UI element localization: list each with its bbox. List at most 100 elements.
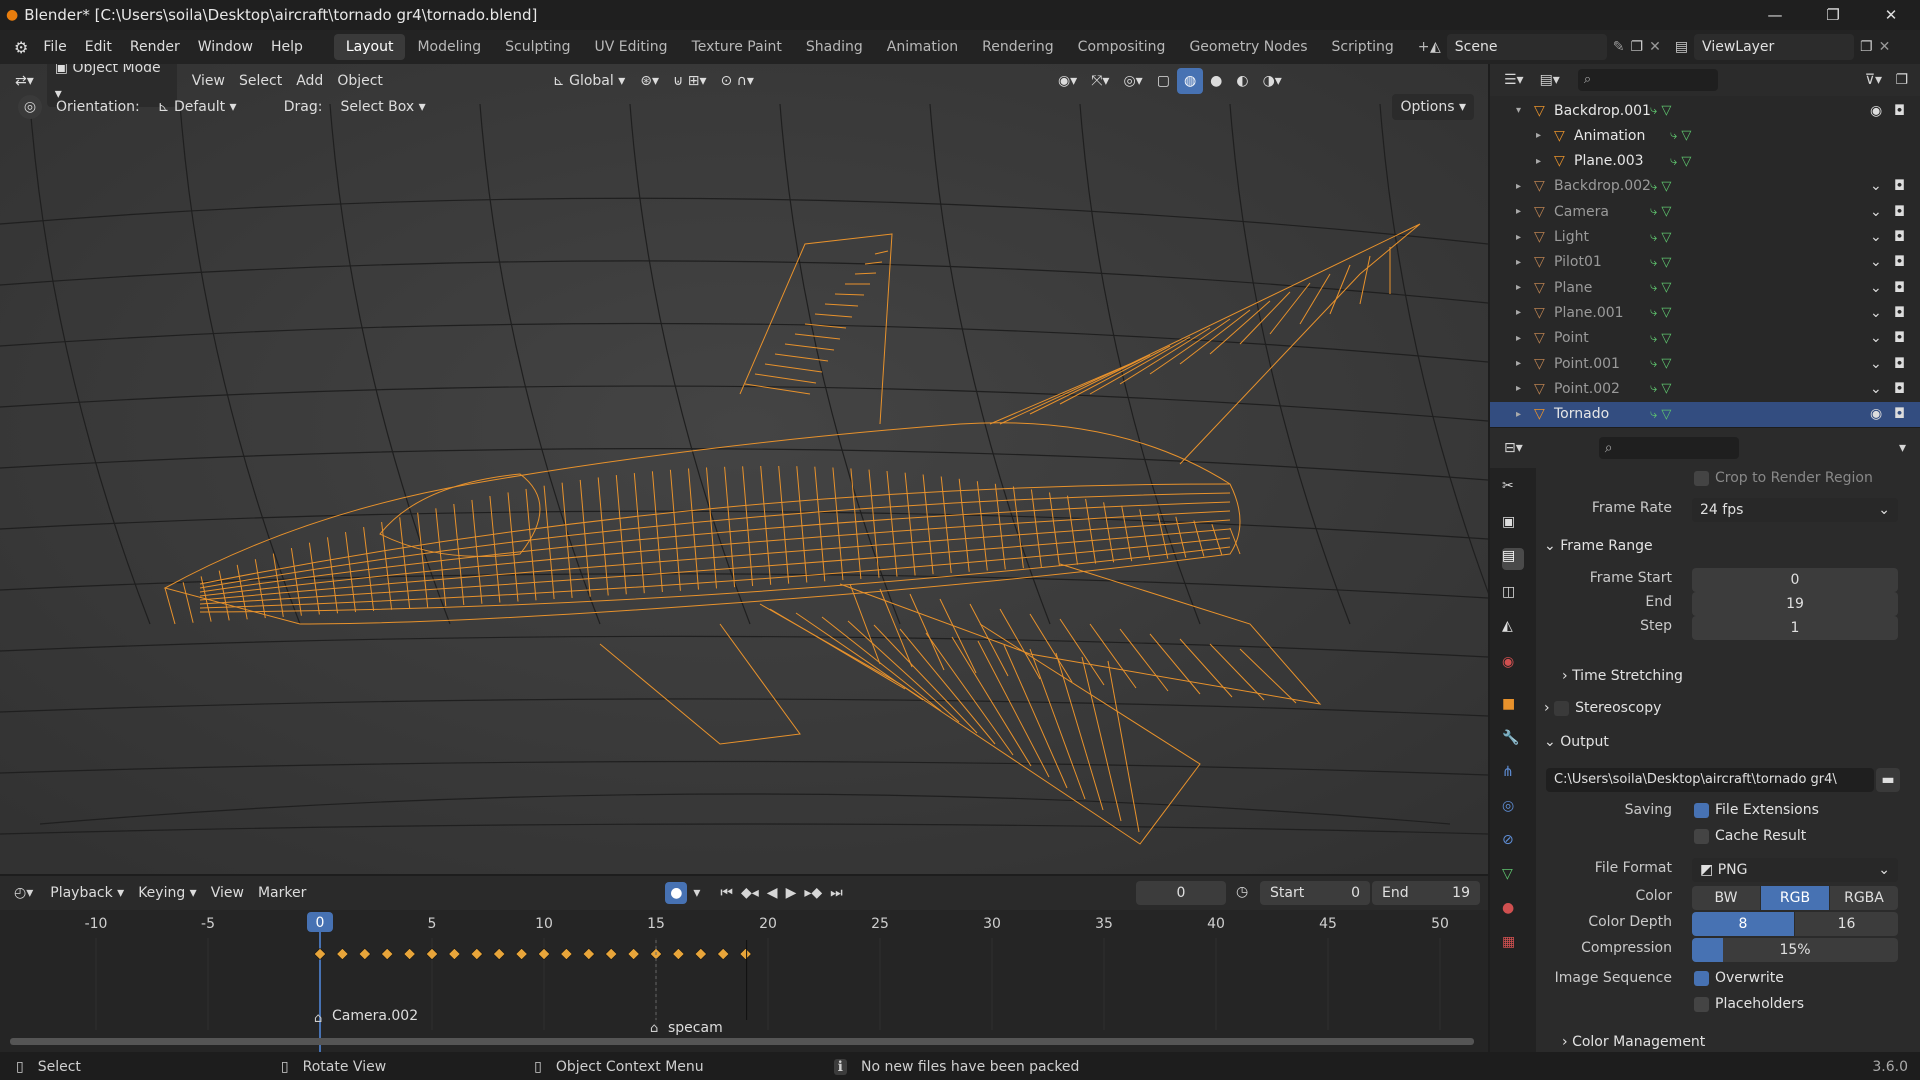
render-camera-icon[interactable]: ◘ xyxy=(1894,305,1905,321)
timeline-scrollbar[interactable] xyxy=(10,1038,1474,1045)
outliner-item[interactable]: ▸ ▽ Camera ⤷ ▽ ⌄ ◘ xyxy=(1490,199,1920,224)
render-camera-icon[interactable]: ◘ xyxy=(1894,330,1905,346)
frame-end-field[interactable]: 19 xyxy=(1692,592,1898,616)
tab-layout[interactable]: Layout xyxy=(333,34,406,60)
color-rgb-button[interactable]: RGB xyxy=(1761,886,1829,910)
collapse-arrow-icon[interactable]: ▾ xyxy=(1516,105,1521,116)
play-reverse-icon[interactable]: ◀ xyxy=(767,885,778,901)
outliner-item[interactable]: ▸ ▽ Plane ⤷ ▽ ⌄ ◘ xyxy=(1490,275,1920,300)
outliner-item[interactable]: ▸ ▽ Tornado ⤷ ▽ ◉ ◘ xyxy=(1490,401,1920,427)
expand-arrow-icon[interactable]: ▸ xyxy=(1516,307,1521,318)
jump-end-icon[interactable]: ⏭ xyxy=(830,885,843,901)
tab-scripting[interactable]: Scripting xyxy=(1320,34,1406,60)
render-camera-icon[interactable]: ◘ xyxy=(1894,229,1905,245)
particles-tab-icon[interactable]: ⋔ xyxy=(1502,764,1524,786)
data-tab-icon[interactable]: ▽ xyxy=(1502,866,1524,888)
menu-render[interactable]: Render xyxy=(121,30,189,64)
tab-sculpting[interactable]: Sculpting xyxy=(493,34,582,60)
menu-keying[interactable]: Keying ▾ xyxy=(131,880,204,906)
current-frame-field[interactable]: 0 xyxy=(1136,881,1226,905)
tab-uv-editing[interactable]: UV Editing xyxy=(583,34,680,60)
tab-animation[interactable]: Animation xyxy=(875,34,970,60)
overwrite-checkbox[interactable]: Overwrite xyxy=(1694,970,1784,986)
render-camera-icon[interactable]: ◘ xyxy=(1894,178,1905,194)
render-tab-icon[interactable]: ▣ xyxy=(1502,514,1524,536)
tab-compositing[interactable]: Compositing xyxy=(1066,34,1178,60)
material-tab-icon[interactable]: ● xyxy=(1502,900,1524,922)
drag-dropdown[interactable]: Select Box ▾ xyxy=(332,94,433,120)
expand-arrow-icon[interactable]: ▸ xyxy=(1516,181,1521,192)
visibility-eye-icon[interactable]: ◉ xyxy=(1870,103,1882,119)
close-button[interactable]: ✕ xyxy=(1862,0,1920,30)
play-icon[interactable]: ▶ xyxy=(786,885,797,901)
frame-range-panel-header[interactable]: ⌄ Frame Range xyxy=(1544,538,1653,554)
color-depth-16-button[interactable]: 16 xyxy=(1795,912,1898,936)
outliner-item[interactable]: ▸ ▽ Plane.003 ⤷ ▽ xyxy=(1490,149,1920,174)
render-camera-icon[interactable]: ◘ xyxy=(1894,406,1905,422)
physics-tab-icon[interactable]: ◎ xyxy=(1502,798,1524,820)
maximize-button[interactable]: ❐ xyxy=(1804,0,1862,30)
texture-tab-icon[interactable]: ▦ xyxy=(1502,934,1524,956)
filter-icon[interactable]: ⊽▾ xyxy=(1865,72,1882,88)
start-frame-field[interactable]: Start 0 xyxy=(1260,881,1370,905)
properties-editor-icon[interactable]: ⊟▾ xyxy=(1504,440,1523,456)
output-panel-header[interactable]: ⌄ Output xyxy=(1544,734,1609,750)
visibility-eye-icon[interactable]: ⌄ xyxy=(1870,204,1882,220)
expand-arrow-icon[interactable]: ▸ xyxy=(1516,232,1521,243)
new-collection-icon[interactable]: ❐ xyxy=(1895,72,1908,88)
folder-icon[interactable]: ▬ xyxy=(1876,768,1900,792)
render-camera-icon[interactable]: ◘ xyxy=(1894,254,1905,270)
outliner-item[interactable]: ▸ ▽ Animation ⤷ ▽ xyxy=(1490,123,1920,148)
view-layer-field[interactable]: ViewLayer xyxy=(1694,34,1855,60)
keying-set-dropdown[interactable]: ▾ xyxy=(693,885,700,901)
menu-timeline-view[interactable]: View xyxy=(204,880,251,906)
prev-keyframe-icon[interactable]: ◆◂ xyxy=(741,885,759,901)
output-tab-icon[interactable]: ▤ xyxy=(1502,548,1524,570)
visibility-eye-icon[interactable]: ⌄ xyxy=(1870,280,1882,296)
timeline-marker-label[interactable]: specam xyxy=(668,1020,723,1036)
color-depth-8-button[interactable]: 8 xyxy=(1692,912,1794,936)
camera-marker-icon[interactable]: ⌂ xyxy=(650,1021,658,1036)
preview-range-icon[interactable]: ◷ xyxy=(1236,884,1248,900)
outliner-item[interactable]: ▸ ▽ Pilot01 ⤷ ▽ ⌄ ◘ xyxy=(1490,250,1920,275)
expand-arrow-icon[interactable]: ▸ xyxy=(1516,358,1521,369)
expand-arrow-icon[interactable]: ▸ xyxy=(1516,409,1521,420)
menu-edit[interactable]: Edit xyxy=(76,30,121,64)
next-keyframe-icon[interactable]: ▸◆ xyxy=(804,885,822,901)
outliner-item[interactable]: ▸ ▽ Point.002 ⤷ ▽ ⌄ ◘ xyxy=(1490,376,1920,401)
tool-icon[interactable]: ◎ xyxy=(18,95,42,119)
tab-shading[interactable]: Shading xyxy=(794,34,875,60)
expand-arrow-icon[interactable]: ▸ xyxy=(1516,257,1521,268)
menu-marker[interactable]: Marker xyxy=(251,880,313,906)
render-camera-icon[interactable]: ◘ xyxy=(1894,204,1905,220)
visibility-eye-icon[interactable]: ⌄ xyxy=(1870,229,1882,245)
render-camera-icon[interactable]: ◘ xyxy=(1894,103,1905,119)
outliner-editor-icon[interactable]: ☰▾ xyxy=(1504,72,1524,88)
stereoscopy-panel-header[interactable]: › Stereoscopy xyxy=(1544,700,1661,716)
3d-viewport[interactable]: ⇄▾ ▣ Object Mode ▾ View Select Add Objec… xyxy=(0,64,1488,874)
color-rgba-button[interactable]: RGBA xyxy=(1830,886,1898,910)
viewport-scene[interactable] xyxy=(0,64,1488,874)
time-stretching-panel-header[interactable]: › Time Stretching xyxy=(1562,668,1683,684)
expand-arrow-icon[interactable]: ▸ xyxy=(1516,282,1521,293)
outliner-item[interactable]: ▸ ▽ Plane.001 ⤷ ▽ ⌄ ◘ xyxy=(1490,300,1920,325)
outliner-item[interactable]: ▾ ▽ Backdrop.001 ⤷ ▽ ◉ ◘ xyxy=(1490,98,1920,123)
file-extensions-checkbox[interactable]: File Extensions xyxy=(1694,802,1819,818)
tab-modeling[interactable]: Modeling xyxy=(405,34,493,60)
new-view-layer-icon[interactable]: ❐ xyxy=(1860,39,1873,55)
outliner-item[interactable]: ▸ ▽ Backdrop.002 ⤷ ▽ ⌄ ◘ xyxy=(1490,174,1920,199)
view-layer-icon[interactable]: ▤ xyxy=(1675,39,1688,55)
cache-result-checkbox[interactable]: Cache Result xyxy=(1694,828,1806,844)
render-camera-icon[interactable]: ◘ xyxy=(1894,280,1905,296)
menu-playback[interactable]: Playback ▾ xyxy=(43,880,131,906)
frame-start-field[interactable]: 0 xyxy=(1692,568,1898,592)
frame-step-field[interactable]: 1 xyxy=(1692,616,1898,640)
expand-arrow-icon[interactable]: ▸ xyxy=(1516,383,1521,394)
expand-arrow-icon[interactable]: ▸ xyxy=(1516,206,1521,217)
jump-start-icon[interactable]: ⏮ xyxy=(720,885,733,901)
crop-region-checkbox[interactable]: Crop to Render Region xyxy=(1694,470,1873,486)
timeline-marker-label[interactable]: Camera.002 xyxy=(332,1008,418,1024)
scene-icon[interactable]: ◭ xyxy=(1430,39,1441,55)
outliner-search[interactable]: ⌕ xyxy=(1577,69,1718,91)
expand-arrow-icon[interactable]: ▸ xyxy=(1516,333,1521,344)
